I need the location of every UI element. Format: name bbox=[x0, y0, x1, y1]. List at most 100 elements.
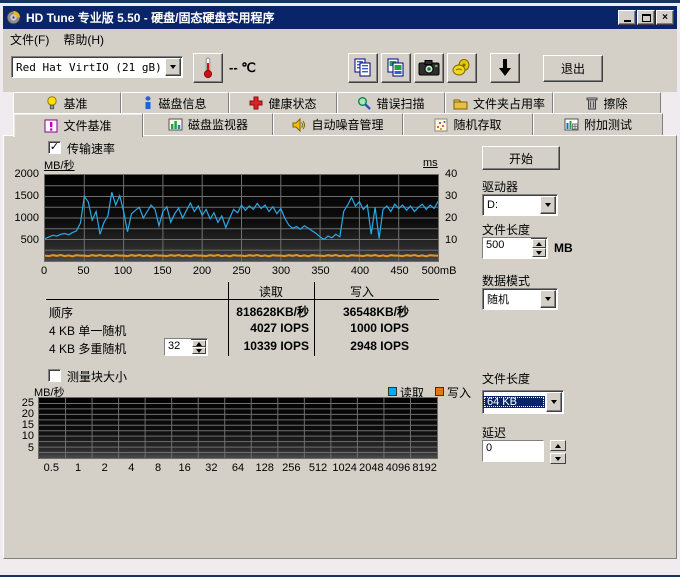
chart1-right-ticks: 40302010 bbox=[442, 174, 472, 262]
down-arrow-icon bbox=[196, 349, 202, 353]
copy-screenshot-button[interactable] bbox=[381, 53, 411, 83]
block-file-length-combobox[interactable]: 64 KB bbox=[482, 390, 564, 414]
tab-file-benchmark[interactable]: 文件基准 bbox=[13, 113, 143, 137]
delay-input[interactable]: 0 bbox=[482, 440, 544, 462]
delay-value: 0 bbox=[483, 441, 543, 461]
camera-icon bbox=[418, 59, 440, 77]
drive-combobox[interactable]: D: bbox=[482, 194, 558, 216]
start-button[interactable]: 开始 bbox=[482, 146, 560, 170]
queue-depth-spinner[interactable]: 32 bbox=[164, 338, 208, 356]
chart1-right-axis-title: ms bbox=[423, 157, 438, 169]
chevron-down-icon bbox=[545, 203, 551, 207]
drive-combobox-value: D: bbox=[483, 199, 539, 211]
save-screenshot-button[interactable] bbox=[414, 53, 444, 83]
data-mode-dropdown-button[interactable] bbox=[540, 290, 556, 308]
file-length-value: 500 bbox=[483, 238, 531, 258]
transfer-rate-checkbox[interactable]: ✓ bbox=[48, 141, 61, 154]
table-write-header: 写入 bbox=[316, 283, 408, 300]
exit-button[interactable]: 退出 bbox=[543, 55, 603, 82]
drive-select-combobox[interactable]: Red Hat VirtIO (21 gB) bbox=[11, 56, 183, 78]
tab-disk-info[interactable]: 磁盘信息 bbox=[121, 92, 229, 114]
tab-disk-info-label: 磁盘信息 bbox=[158, 95, 206, 112]
legend-write-label: 写入 bbox=[447, 384, 471, 401]
health-cross-icon bbox=[249, 96, 263, 110]
delay-down-button[interactable] bbox=[550, 453, 566, 464]
start-button-label: 开始 bbox=[509, 150, 533, 167]
data-mode-label: 数据模式 bbox=[482, 272, 530, 289]
tab-erase-label: 擦除 bbox=[603, 95, 627, 112]
tab-random-access[interactable]: 随机存取 bbox=[403, 113, 533, 136]
down-arrow-icon bbox=[555, 457, 561, 461]
block-file-length-dropdown-button[interactable] bbox=[546, 392, 562, 412]
file-length-unit: MB bbox=[554, 241, 573, 255]
tab-benchmark-label: 基准 bbox=[63, 95, 87, 112]
thermometer-icon bbox=[200, 57, 216, 79]
block-size-checkbox[interactable] bbox=[48, 369, 61, 382]
temperature-value: -- ℃ bbox=[229, 60, 256, 76]
folder-icon bbox=[453, 97, 468, 110]
up-arrow-icon bbox=[555, 444, 561, 448]
table-row-read: 4027 IOPS bbox=[221, 321, 309, 335]
block-size-chart-svg bbox=[39, 398, 437, 458]
hdtune-window: HD Tune 专业版 5.50 - 硬盘/固态硬盘实用程序 × 文件(F) 帮… bbox=[0, 0, 680, 577]
tab-benchmark[interactable]: 基准 bbox=[13, 92, 121, 114]
tab-aam-label: 自动噪音管理 bbox=[311, 116, 383, 133]
down-arrow-icon bbox=[496, 57, 514, 79]
table-row-label: 顺序 bbox=[49, 304, 73, 321]
table-row-label: 4 KB 单一随机 bbox=[49, 322, 126, 339]
exit-button-label: 退出 bbox=[561, 60, 585, 77]
block-file-length-value: 64 KB bbox=[483, 396, 545, 408]
window-title: HD Tune 专业版 5.50 - 硬盘/固态硬盘实用程序 bbox=[26, 9, 617, 26]
up-arrow-icon bbox=[536, 242, 542, 246]
maximize-button[interactable] bbox=[637, 10, 655, 25]
tab-health[interactable]: 健康状态 bbox=[229, 92, 337, 114]
chevron-down-icon bbox=[551, 400, 557, 404]
file-length-spinner[interactable]: 500 bbox=[482, 237, 548, 259]
tab-row-2: 文件基准 磁盘监视器 自动噪音管理 bbox=[13, 113, 663, 136]
chart2-left-ticks: 252015105 bbox=[12, 397, 36, 459]
info-icon bbox=[143, 96, 153, 110]
minimize-icon bbox=[624, 20, 631, 22]
chevron-down-icon bbox=[545, 297, 551, 301]
speaker-icon bbox=[292, 118, 306, 132]
options-button[interactable] bbox=[447, 53, 477, 83]
chart1-x-ticks: 050100150200250300350400450500mB bbox=[44, 265, 439, 279]
menu-help[interactable]: 帮助(H) bbox=[56, 29, 111, 50]
tab-error-scan-label: 错误扫描 bbox=[376, 95, 424, 112]
file-length-up-button[interactable] bbox=[532, 239, 546, 248]
queue-depth-down-button[interactable] bbox=[192, 347, 206, 354]
app-icon bbox=[6, 10, 21, 25]
close-button[interactable]: × bbox=[656, 10, 674, 25]
table-row-write: 36548KB/秒 bbox=[309, 303, 409, 320]
tab-random-access-label: 随机存取 bbox=[453, 116, 501, 133]
tab-aam[interactable]: 自动噪音管理 bbox=[273, 113, 403, 136]
tab-folder-usage[interactable]: 文件夹占用率 bbox=[445, 92, 553, 114]
tab-extra-tests[interactable]: 附加测试 bbox=[533, 113, 663, 136]
tab-erase[interactable]: 擦除 bbox=[553, 92, 661, 114]
minimize-button[interactable] bbox=[618, 10, 636, 25]
transfer-rate-chart-svg bbox=[45, 175, 438, 261]
tab-disk-monitor[interactable]: 磁盘监视器 bbox=[143, 113, 273, 136]
block-size-label: 测量块大小 bbox=[67, 368, 127, 385]
transfer-rate-label: 传输速率 bbox=[67, 140, 115, 157]
close-icon: × bbox=[662, 12, 668, 23]
menu-file[interactable]: 文件(F) bbox=[3, 29, 56, 50]
temperature-button[interactable] bbox=[193, 53, 223, 83]
copy-text-button[interactable] bbox=[348, 53, 378, 83]
tab-extra-tests-label: 附加测试 bbox=[584, 116, 632, 133]
transfer-rate-chart bbox=[44, 174, 439, 262]
file-length-down-button[interactable] bbox=[532, 248, 546, 257]
chart2-x-ticks: 0.512481632641282565121024204840968192 bbox=[38, 462, 438, 476]
tab-disk-monitor-label: 磁盘监视器 bbox=[188, 116, 248, 133]
drive-label: 驱动器 bbox=[482, 178, 518, 195]
tab-error-scan[interactable]: 错误扫描 bbox=[337, 92, 445, 114]
drive-combobox-dropdown-button[interactable] bbox=[540, 196, 556, 214]
queue-depth-up-button[interactable] bbox=[192, 340, 206, 347]
table-row-write: 1000 IOPS bbox=[309, 321, 409, 335]
table-read-header: 读取 bbox=[229, 283, 313, 300]
minimize-to-tray-button[interactable] bbox=[490, 53, 520, 83]
block-size-chart bbox=[38, 397, 438, 459]
drive-select-dropdown-button[interactable] bbox=[165, 58, 181, 76]
delay-up-button[interactable] bbox=[550, 440, 566, 451]
data-mode-combobox[interactable]: 随机 bbox=[482, 288, 558, 310]
